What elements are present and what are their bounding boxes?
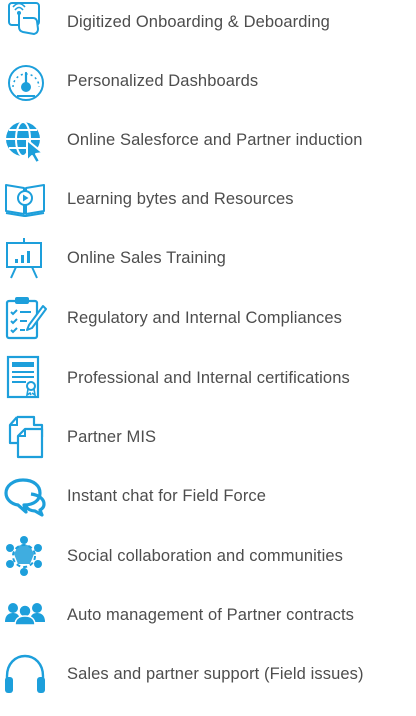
certificate-icon [2, 355, 48, 400]
presentation-board-icon [2, 236, 48, 280]
feature-label: Instant chat for Field Force [67, 487, 267, 505]
globe-cursor-icon [2, 118, 48, 164]
feature-item-onboarding: Digitized Onboarding & Deboarding [0, 0, 416, 44]
feature-label: Learning bytes and Resources [67, 190, 294, 208]
feature-item-social: Social collaboration and communities [0, 534, 416, 578]
feature-item-contracts: Auto management of Partner contracts [0, 593, 416, 637]
book-play-icon [2, 177, 48, 221]
feature-item-learning: Learning bytes and Resources [0, 177, 416, 221]
headset-icon [2, 652, 48, 696]
community-network-icon [2, 534, 48, 578]
feature-label: Regulatory and Internal Compliances [67, 309, 342, 327]
feature-label: Professional and Internal certifications [67, 369, 350, 387]
feature-item-sales-training: Online Sales Training [0, 236, 416, 280]
feature-item-partner-mis: Partner MIS [0, 415, 416, 459]
feature-label: Social collaboration and communities [67, 547, 343, 565]
feature-label: Digitized Onboarding & Deboarding [67, 13, 330, 31]
feature-item-certifications: Professional and Internal certifications [0, 355, 416, 400]
feature-list: Digitized Onboarding & Deboarding Person… [0, 0, 416, 716]
feature-label: Sales and partner support (Field issues) [67, 665, 364, 683]
feature-item-support: Sales and partner support (Field issues) [0, 652, 416, 696]
feature-label: Auto management of Partner contracts [67, 606, 355, 624]
feature-item-dashboards: Personalized Dashboards [0, 59, 416, 103]
touch-screen-icon [2, 0, 48, 44]
feature-item-induction: Online Salesforce and Partner induction [0, 118, 416, 164]
documents-icon [2, 415, 48, 459]
feature-label: Online Sales Training [67, 249, 226, 267]
dashboard-gauge-icon [2, 59, 48, 103]
chat-bubbles-icon [2, 474, 48, 518]
feature-label: Personalized Dashboards [67, 72, 259, 90]
feature-label: Partner MIS [67, 428, 157, 446]
clipboard-checklist-icon [2, 296, 48, 340]
feature-item-compliances: Regulatory and Internal Compliances [0, 296, 416, 340]
feature-label: Online Salesforce and Partner induction [67, 131, 363, 149]
feature-item-instant-chat: Instant chat for Field Force [0, 474, 416, 518]
people-group-icon [2, 593, 48, 637]
